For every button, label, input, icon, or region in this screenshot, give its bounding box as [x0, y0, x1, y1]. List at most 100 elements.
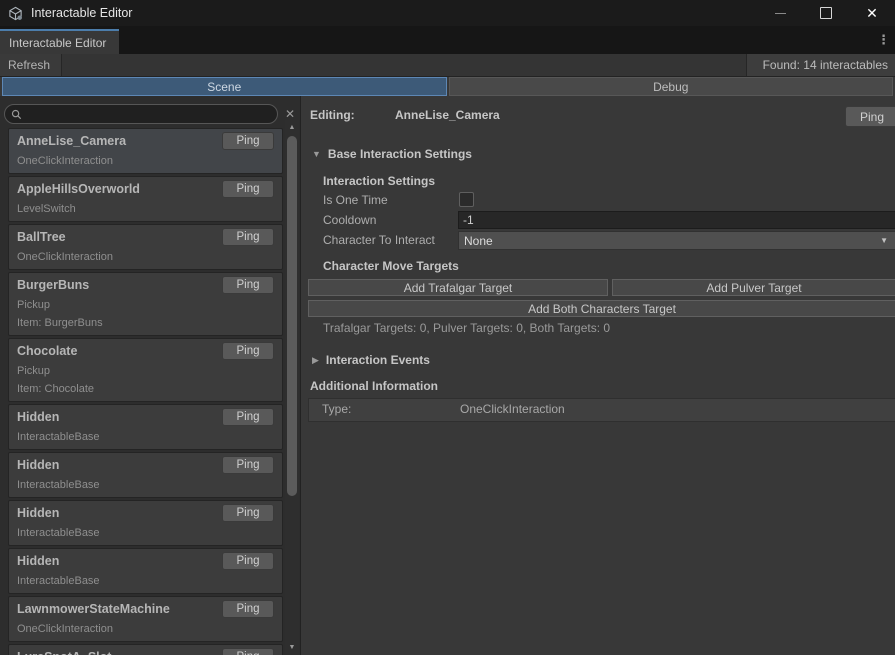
mode-tab-bar: Scene Debug [0, 77, 895, 96]
found-count: Found: 14 interactables [746, 54, 895, 76]
item-type: OneClickInteraction [17, 155, 274, 168]
item-name: LawnmowerStateMachine [17, 602, 170, 616]
add-trafalgar-target-button[interactable]: Add Trafalgar Target [308, 279, 608, 296]
item-name: AnneLise_Camera [17, 134, 126, 148]
vertical-scrollbar[interactable]: ▲ ▼ [285, 120, 299, 655]
ping-button[interactable]: Ping [222, 342, 274, 360]
toolbar: Refresh Found: 14 interactables [0, 54, 895, 77]
cooldown-label: Cooldown [323, 213, 376, 227]
list-item[interactable]: Hidden Ping InteractableBase [8, 404, 283, 450]
additional-information-header: Additional Information [310, 379, 438, 393]
ping-button[interactable]: Ping [222, 408, 274, 426]
item-type: LevelSwitch [17, 203, 274, 216]
tab-debug[interactable]: Debug [449, 77, 894, 96]
document-tab-bar: Interactable Editor ⋮ [0, 26, 895, 54]
title-bar: Interactable Editor ✕ [0, 0, 895, 26]
ping-button[interactable]: Ping [222, 504, 274, 522]
add-both-characters-target-button[interactable]: Add Both Characters Target [308, 300, 895, 317]
scene-list-panel: ✕ AnneLise_CameraPingOneClickInteraction… [0, 96, 301, 655]
item-name: BallTree [17, 230, 66, 244]
app-cube-icon [8, 6, 23, 21]
item-name: AppleHillsOverworld [17, 182, 140, 196]
item-extra: Item: BurgerBuns [17, 317, 274, 330]
interactable-editor-window: Interactable Editor ✕ Interactable Edito… [0, 0, 895, 655]
ping-button[interactable]: Ping [222, 276, 274, 294]
character-move-targets-header: Character Move Targets [323, 259, 459, 273]
foldout-label: Base Interaction Settings [328, 147, 472, 161]
foldout-open-icon: ▼ [312, 149, 321, 159]
item-type: OneClickInteraction [17, 251, 274, 264]
ping-button[interactable]: Ping [222, 600, 274, 618]
list-item[interactable]: AnneLise_Camera Ping OneClickInteraction [8, 128, 283, 174]
tab-interactable-editor[interactable]: Interactable Editor [0, 29, 119, 54]
editing-target-name: AnneLise_Camera [395, 108, 500, 122]
item-name: Hidden [17, 506, 59, 520]
cooldown-field[interactable]: -1 [458, 211, 895, 229]
close-icon: ✕ [866, 5, 878, 22]
targets-summary: Trafalgar Targets: 0, Pulver Targets: 0,… [323, 321, 610, 335]
item-name: BurgerBuns [17, 278, 89, 292]
minimize-button[interactable] [757, 0, 803, 26]
list-item[interactable]: BurgerBuns Ping Pickup Item: BurgerBuns [8, 272, 283, 336]
add-pulver-target-button[interactable]: Add Pulver Target [612, 279, 895, 296]
foldout-closed-icon: ▶ [312, 355, 319, 366]
maximize-button[interactable] [803, 0, 849, 26]
item-name: Chocolate [17, 344, 77, 358]
item-name: Hidden [17, 410, 59, 424]
item-name: Hidden [17, 554, 59, 568]
is-one-time-label: Is One Time [323, 193, 388, 207]
search-box[interactable] [4, 104, 278, 124]
item-type: InteractableBase [17, 431, 274, 444]
item-type: InteractableBase [17, 575, 274, 588]
interactable-list: AnneLise_Camera Ping OneClickInteraction Ap… [8, 128, 283, 655]
is-one-time-checkbox[interactable] [459, 192, 474, 207]
character-to-interact-label: Character To Interact [323, 233, 435, 247]
type-info-box [308, 398, 895, 422]
interaction-settings-header: Interaction Settings [323, 174, 435, 188]
window-title: Interactable Editor [31, 6, 132, 20]
list-item[interactable]: HiddenPingInteractableBase [8, 500, 283, 546]
foldout-label: Interaction Events [326, 353, 430, 367]
editing-ping-button[interactable]: Ping [845, 106, 895, 127]
ping-button[interactable]: Ping [222, 132, 274, 150]
type-value: OneClickInteraction [460, 402, 565, 416]
item-type: Pickup [17, 299, 274, 312]
search-icon [11, 109, 22, 120]
close-button[interactable]: ✕ [849, 0, 895, 26]
maximize-icon [820, 7, 832, 19]
item-type: OneClickInteraction [17, 623, 274, 636]
list-item[interactable]: Hidden Ping InteractableBase [8, 452, 283, 498]
character-to-interact-dropdown[interactable]: None ▼ [458, 231, 895, 250]
type-label: Type: [322, 402, 351, 416]
ping-button[interactable]: Ping [222, 180, 274, 198]
list-item[interactable]: Hidden Ping InteractableBase [8, 548, 283, 594]
scroll-up-icon[interactable]: ▲ [285, 124, 299, 132]
ping-button[interactable]: Ping [222, 552, 274, 570]
search-input[interactable] [26, 107, 271, 121]
ping-button[interactable]: Ping [222, 456, 274, 474]
kebab-menu-icon[interactable]: ⋮ [877, 33, 890, 47]
scrollbar-thumb[interactable] [287, 136, 297, 496]
list-item[interactable]: LawnmowerStateMachine Ping OneClickInterac… [8, 596, 283, 642]
editing-panel: Editing: AnneLise_Camera Ping ▼ Base Int… [301, 96, 895, 655]
scroll-down-icon[interactable]: ▼ [285, 644, 299, 652]
base-interaction-settings-foldout[interactable]: ▼ Base Interaction Settings [312, 147, 472, 161]
refresh-button[interactable]: Refresh [0, 54, 62, 76]
item-type: InteractableBase [17, 479, 274, 492]
item-name: LureSpotA_Slot [17, 650, 111, 655]
editing-label: Editing: [310, 108, 355, 122]
list-item[interactable]: LureSpotA_Slot Ping [8, 644, 283, 655]
dropdown-value: None [464, 234, 493, 248]
item-type: Pickup [17, 365, 274, 378]
ping-button[interactable]: Ping [222, 228, 274, 246]
ping-button[interactable]: Ping [222, 648, 274, 655]
minimize-icon [775, 13, 786, 14]
list-item[interactable]: BallTree Ping OneClickInteraction [8, 224, 283, 270]
doc-tab-label: Interactable Editor [9, 36, 106, 50]
item-name: Hidden [17, 458, 59, 472]
interaction-events-foldout[interactable]: ▶ Interaction Events [312, 353, 430, 367]
list-item[interactable]: Chocolate Ping Pickup Item: Chocolate [8, 338, 283, 402]
tab-scene[interactable]: Scene [2, 77, 447, 96]
list-item[interactable]: AppleHillsOverworld Ping LevelSwitch [8, 176, 283, 222]
item-extra: Item: Chocolate [17, 383, 274, 396]
